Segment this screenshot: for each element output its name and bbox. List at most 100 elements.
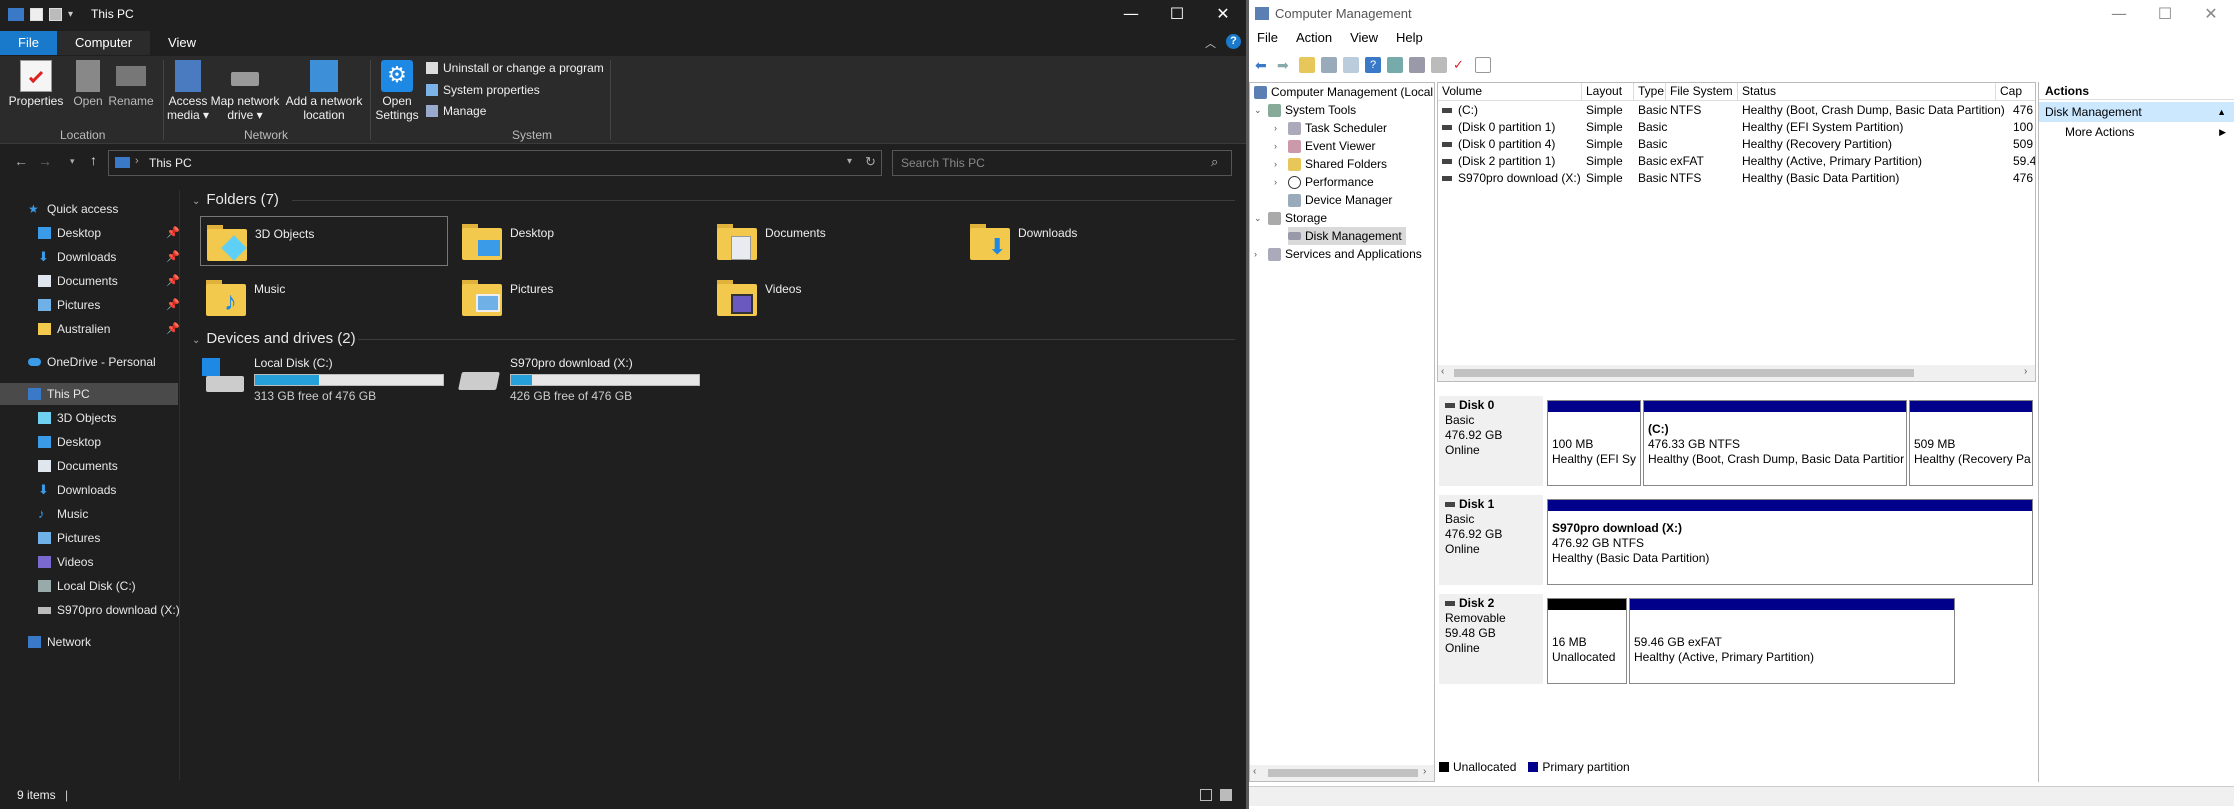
nav-this-pc[interactable]: This PC	[0, 383, 178, 405]
volume-row[interactable]: (Disk 2 partition 1) Simple Basic exFAT …	[1438, 153, 2035, 170]
large-icons-view-icon[interactable]	[1220, 789, 1232, 801]
partition-efi[interactable]: 100 MB Healthy (EFI Sy	[1547, 400, 1641, 486]
volume-row[interactable]: (C:) Simple Basic NTFS Healthy (Boot, Cr…	[1438, 102, 2035, 119]
expand-arrow-icon[interactable]: ›	[1274, 173, 1284, 191]
maximize-button[interactable]: ☐	[1154, 0, 1200, 28]
scroll-right-icon[interactable]: ›	[2024, 366, 2027, 377]
tree-shared-folders[interactable]: › Shared Folders	[1274, 155, 1387, 173]
tree-storage[interactable]: ⌄ Storage	[1254, 209, 1327, 227]
connect-icon[interactable]	[1431, 57, 1447, 73]
folder-downloads[interactable]: ⬇ Downloads	[968, 218, 1077, 262]
disk-2-label[interactable]: Disk 2 Removable 59.48 GB Online	[1439, 594, 1543, 684]
scroll-left-icon[interactable]: ‹	[1441, 366, 1444, 377]
access-media-button[interactable]: Access media ▾	[166, 60, 210, 122]
properties-qat-icon[interactable]	[30, 7, 43, 21]
nav-pictures[interactable]: Pictures	[38, 527, 100, 549]
pin-icon[interactable]: 📌	[166, 322, 180, 335]
new-folder-qat-icon[interactable]	[49, 7, 62, 21]
tree-disk-management[interactable]: Disk Management	[1288, 227, 1406, 245]
partition-exfat[interactable]: 59.46 GB exFAT Healthy (Active, Primary …	[1629, 598, 1955, 684]
system-properties-button[interactable]: System properties	[426, 83, 540, 97]
tab-computer[interactable]: Computer	[56, 31, 151, 55]
tree-performance[interactable]: › Performance	[1274, 173, 1374, 191]
menu-view[interactable]: View	[1350, 30, 1378, 50]
folder-3d-objects[interactable]: 3D Objects	[200, 216, 448, 266]
customize-qat-icon[interactable]: ▾	[68, 9, 73, 20]
collapse-arrow-icon[interactable]: ⌄	[1254, 101, 1264, 119]
forward-arrow-icon[interactable]: ➡	[1277, 57, 1293, 73]
recent-locations-icon[interactable]: ▾	[70, 156, 75, 167]
more-actions-item[interactable]: More Actions ▶	[2039, 122, 2234, 142]
partition-x[interactable]: S970pro download (X:) 476.92 GB NTFS Hea…	[1547, 499, 2033, 585]
pin-icon[interactable]: 📌	[166, 274, 180, 287]
back-arrow-icon[interactable]: ←	[14, 153, 28, 169]
nav-qa-desktop[interactable]: Desktop	[38, 222, 101, 244]
nav-downloads[interactable]: ⬇ Downloads	[38, 479, 116, 501]
list-view-icon[interactable]	[1475, 57, 1491, 73]
menu-help[interactable]: Help	[1396, 30, 1423, 50]
collapse-arrow-icon[interactable]: ⌄	[1254, 209, 1264, 227]
nav-documents[interactable]: Documents	[38, 455, 118, 477]
nav-s970pro-x[interactable]: S970pro download (X:)	[38, 599, 180, 621]
col-capacity[interactable]: Cap	[1996, 83, 2035, 101]
scroll-thumb[interactable]	[1268, 769, 1418, 777]
properties-icon[interactable]	[1387, 57, 1403, 73]
uninstall-program-button[interactable]: Uninstall or change a program	[426, 61, 604, 75]
folder-pictures[interactable]: Pictures	[460, 274, 553, 318]
folder-videos[interactable]: Videos	[715, 274, 801, 318]
address-dropdown-icon[interactable]: ▾	[847, 156, 852, 167]
nav-desktop[interactable]: Desktop	[38, 431, 101, 453]
pin-icon[interactable]: 📌	[166, 250, 180, 263]
cm-close-button[interactable]: ✕	[2188, 0, 2234, 28]
disk-1-label[interactable]: Disk 1 Basic 476.92 GB Online	[1439, 495, 1543, 585]
partition-unallocated[interactable]: 16 MB Unallocated	[1547, 598, 1627, 684]
nav-qa-documents[interactable]: Documents	[38, 270, 118, 292]
cm-maximize-button[interactable]: ☐	[2142, 0, 2188, 28]
tree-services-applications[interactable]: › Services and Applications	[1254, 245, 1422, 263]
disk-0-label[interactable]: Disk 0 Basic 476.92 GB Online	[1439, 396, 1543, 486]
collapse-section-icon[interactable]: ▲	[2217, 102, 2226, 122]
col-volume[interactable]: Volume	[1438, 83, 1582, 101]
nav-network[interactable]: Network	[28, 631, 91, 653]
folders-header[interactable]: ⌄ Folders (7)	[192, 191, 279, 208]
tree-horizontal-scrollbar[interactable]: ‹ ›	[1250, 765, 1434, 781]
nav-videos[interactable]: Videos	[38, 551, 93, 573]
collapse-ribbon-icon[interactable]: ︿	[1205, 35, 1216, 51]
devices-header[interactable]: ⌄ Devices and drives (2)	[192, 330, 356, 347]
col-file-system[interactable]: File System	[1666, 83, 1738, 101]
nav-local-disk-c[interactable]: Local Disk (C:)	[38, 575, 136, 597]
tab-file[interactable]: File	[0, 31, 57, 55]
nav-qa-pictures[interactable]: Pictures	[38, 294, 100, 316]
expand-arrow-icon[interactable]: ›	[1274, 155, 1284, 173]
col-status[interactable]: Status	[1738, 83, 1996, 101]
pin-icon[interactable]: 📌	[166, 226, 180, 239]
col-type[interactable]: Type	[1634, 83, 1666, 101]
search-box[interactable]: Search This PC ⌕	[892, 150, 1232, 176]
tree-event-viewer[interactable]: › Event Viewer	[1274, 137, 1375, 155]
drive-s970pro-x[interactable]: S970pro download (X:) 426 GB free of 476…	[458, 356, 700, 403]
map-network-drive-button[interactable]: Map network drive ▾	[210, 60, 280, 122]
details-view-icon[interactable]	[1200, 789, 1212, 801]
nav-quick-access[interactable]: ★ Quick access	[28, 198, 118, 220]
scroll-left-icon[interactable]: ‹	[1253, 766, 1256, 777]
search-input[interactable]: Search This PC	[901, 156, 985, 170]
close-button[interactable]: ✕	[1200, 0, 1246, 28]
help-icon[interactable]: ?	[1226, 34, 1241, 49]
tree-device-manager[interactable]: Device Manager	[1288, 191, 1392, 209]
export-list-icon[interactable]	[1343, 57, 1359, 73]
scroll-right-icon[interactable]: ›	[1423, 766, 1426, 777]
folder-desktop[interactable]: Desktop	[460, 218, 554, 262]
tree-system-tools[interactable]: ⌄ System Tools	[1254, 101, 1356, 119]
rename-button[interactable]: Rename	[108, 60, 154, 108]
add-network-location-button[interactable]: Add a network location	[284, 60, 364, 122]
partition-c[interactable]: (C:) 476.33 GB NTFS Healthy (Boot, Crash…	[1643, 400, 1907, 486]
help-icon[interactable]: ?	[1365, 57, 1381, 73]
minimize-button[interactable]: —	[1108, 0, 1154, 28]
nav-music[interactable]: ♪ Music	[38, 503, 88, 525]
nav-3d-objects[interactable]: 3D Objects	[38, 407, 116, 429]
drive-local-disk-c[interactable]: Local Disk (C:) 313 GB free of 476 GB	[202, 356, 444, 403]
tree-root[interactable]: Computer Management (Local	[1254, 83, 1433, 101]
nav-onedrive[interactable]: OneDrive - Personal	[28, 351, 156, 373]
menu-action[interactable]: Action	[1296, 30, 1332, 50]
col-layout[interactable]: Layout	[1582, 83, 1634, 101]
